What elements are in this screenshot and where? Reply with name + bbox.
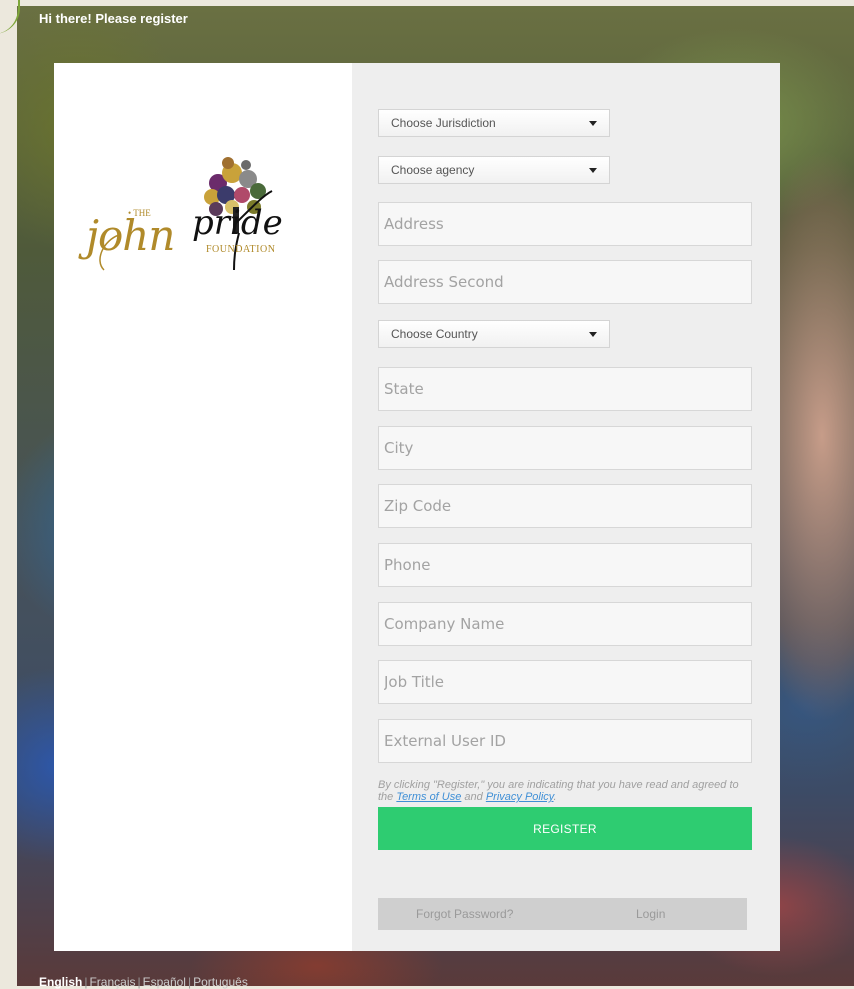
logo-panel: • THE john pride FOUNDATION xyxy=(54,63,352,951)
logo-john: john xyxy=(86,211,175,260)
language-francais[interactable]: Français xyxy=(89,975,135,989)
jurisdiction-select-label: Choose Jurisdiction xyxy=(391,116,496,130)
language-portugues[interactable]: Português xyxy=(193,975,248,989)
agency-select[interactable]: Choose agency xyxy=(378,156,610,184)
page-greeting: Hi there! Please register xyxy=(39,11,188,26)
account-links-bar: Forgot Password? Login xyxy=(378,898,747,930)
caret-down-icon xyxy=(589,120,597,126)
terms-and: and xyxy=(461,791,486,803)
register-button[interactable]: REGISTER xyxy=(378,807,752,850)
forgot-password-link[interactable]: Forgot Password? xyxy=(416,907,513,921)
language-switcher: English | Français | Español | Português xyxy=(39,975,248,989)
terms-notice: By clicking "Register," you are indicati… xyxy=(378,779,752,803)
country-select[interactable]: Choose Country xyxy=(378,320,610,348)
external-user-id-input[interactable] xyxy=(378,719,752,763)
country-select-label: Choose Country xyxy=(391,327,478,341)
language-english[interactable]: English xyxy=(39,975,82,989)
logo-foundation: FOUNDATION xyxy=(206,244,276,255)
login-link[interactable]: Login xyxy=(636,907,665,921)
caret-down-icon xyxy=(589,167,597,173)
phone-input[interactable] xyxy=(378,543,752,587)
caret-down-icon xyxy=(589,331,597,337)
address-input[interactable] xyxy=(378,202,752,246)
registration-card: • THE john pride FOUNDATION Choose Juris… xyxy=(54,63,780,951)
logo-pride: pride xyxy=(192,203,283,243)
job-title-input[interactable] xyxy=(378,660,752,704)
jurisdiction-select[interactable]: Choose Jurisdiction xyxy=(378,109,610,137)
agency-select-label: Choose agency xyxy=(391,163,475,177)
terms-suffix: . xyxy=(553,791,557,803)
zip-code-input[interactable] xyxy=(378,484,752,528)
address-second-input[interactable] xyxy=(378,260,752,304)
privacy-policy-link[interactable]: Privacy Policy xyxy=(486,791,554,803)
form-panel: Choose Jurisdiction Choose agency Choose… xyxy=(352,63,780,951)
language-espanol[interactable]: Español xyxy=(143,975,186,989)
terms-of-use-link[interactable]: Terms of Use xyxy=(396,791,461,803)
company-name-input[interactable] xyxy=(378,602,752,646)
city-input[interactable] xyxy=(378,426,752,470)
foundation-logo: • THE john pride FOUNDATION xyxy=(84,145,324,275)
state-input[interactable] xyxy=(378,367,752,411)
